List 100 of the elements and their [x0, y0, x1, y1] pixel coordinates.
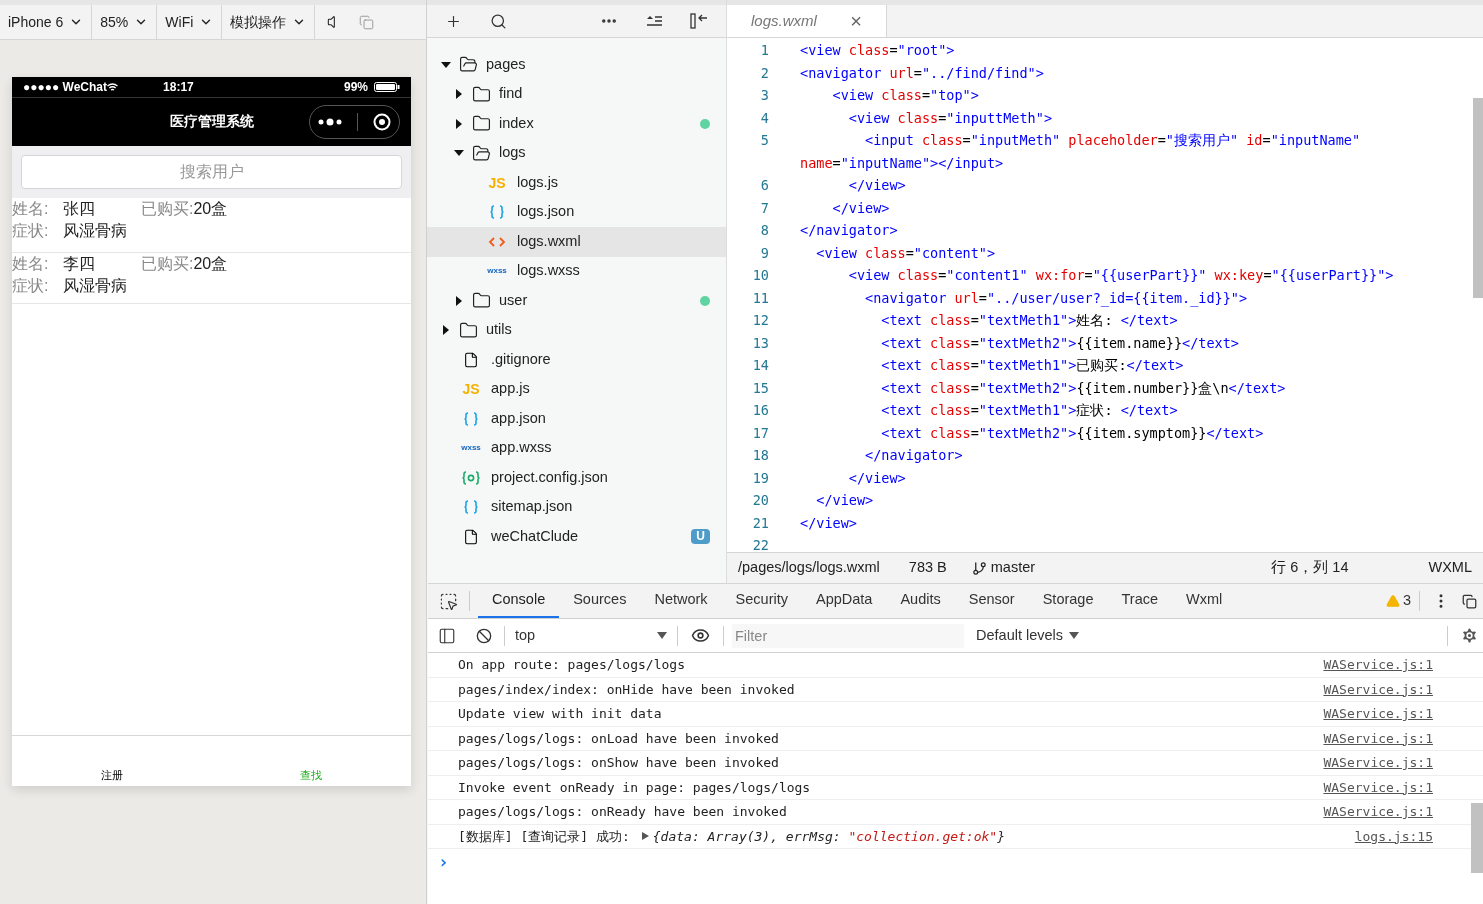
- collapsed-caret-icon[interactable]: [454, 295, 464, 306]
- source-link[interactable]: WAService.js:1: [1323, 777, 1433, 797]
- file-tree-item[interactable]: JS logs.js: [427, 168, 726, 198]
- editor-tab[interactable]: logs.wxml ×: [727, 5, 887, 37]
- file-tree-item[interactable]: project.config.json: [427, 463, 726, 493]
- file-size: 783 B: [908, 558, 947, 578]
- collapsed-caret-icon[interactable]: [454, 118, 464, 129]
- patient-record[interactable]: 姓名: 李四 已购买:20盒 症状: 风湿骨病: [12, 253, 411, 304]
- file-tree-item[interactable]: weChatClude U: [427, 522, 726, 552]
- search-field[interactable]: 搜索用户: [21, 155, 402, 189]
- collapse-all-icon[interactable]: [646, 15, 662, 27]
- field-label: 已购买:: [141, 254, 194, 274]
- source-link[interactable]: WAService.js:1: [1323, 728, 1433, 748]
- log-levels-dropdown[interactable]: Default levels: [976, 624, 1080, 647]
- devtools-tab[interactable]: AppData: [802, 584, 887, 618]
- warning-count[interactable]: 3: [1402, 590, 1411, 612]
- code-line: <text class="textMeth1">症状: </text>: [880, 401, 1178, 420]
- file-name: index: [499, 113, 534, 133]
- file-tree-item[interactable]: pages: [427, 50, 726, 80]
- close-tab-button[interactable]: ×: [850, 6, 862, 36]
- devtools-tab[interactable]: Audits: [886, 584, 955, 618]
- line-number: 10: [751, 266, 769, 285]
- close-target-icon: [373, 113, 392, 131]
- collapsed-caret-icon[interactable]: [454, 89, 464, 100]
- file-tree-item[interactable]: JS app.js: [427, 374, 726, 404]
- file-tree-item[interactable]: user: [427, 286, 726, 316]
- logged-object[interactable]: {data: Array(3), errMsg: "collection.get:ok"}: [652, 826, 1005, 846]
- code-line: <view class="content1" wx:for="{{userPart}}" wx:key="{{userPart}}">: [847, 266, 1394, 285]
- sidebar-toggle-icon[interactable]: [438, 626, 456, 645]
- file-tree-item[interactable]: wxss app.wxss: [427, 433, 726, 463]
- console-prompt[interactable]: ›: [438, 848, 449, 875]
- braces-icon: [463, 500, 479, 515]
- code-line: <text class="textMeth1">已购买:</text>: [880, 356, 1184, 375]
- expand-triangle-icon[interactable]: [641, 832, 649, 841]
- file-tree-item[interactable]: .gitignore: [427, 345, 726, 375]
- code-line: <text class="textMeth2">{{item.name}}</text>: [880, 333, 1239, 353]
- source-link[interactable]: WAService.js:1: [1323, 655, 1433, 675]
- toolbar-dropdown[interactable]: WiFi: [157, 5, 223, 39]
- source-link[interactable]: WAService.js:1: [1323, 679, 1433, 699]
- file-name: app.js: [491, 379, 530, 399]
- search-icon[interactable]: [490, 12, 507, 30]
- expanded-caret-icon[interactable]: [441, 59, 451, 70]
- file-tree-item[interactable]: logs.wxml: [427, 227, 726, 257]
- panel-toggle-icon[interactable]: [690, 13, 708, 29]
- code-line: <text class="textMeth2">{{item.symptom}}</text>: [880, 423, 1264, 443]
- devtools-tab[interactable]: Trace: [1107, 584, 1172, 618]
- log-text: pages/logs/logs: onReady have been invoked: [458, 803, 787, 821]
- file-tree-item[interactable]: index: [427, 109, 726, 139]
- tab-bar-item[interactable]: 注册: [12, 766, 212, 783]
- devtools-tab[interactable]: Security: [721, 584, 802, 618]
- folder-icon: [459, 320, 478, 340]
- collapsed-caret-icon[interactable]: [441, 325, 451, 336]
- devtools-tab[interactable]: Network: [640, 584, 722, 618]
- file-tree-item[interactable]: app.json: [427, 404, 726, 434]
- code-line: <view class="inputtMeth">: [847, 108, 1053, 128]
- battery-label: 99%: [343, 79, 368, 96]
- file-tree-item[interactable]: logs.json: [427, 197, 726, 227]
- patient-name: 李四: [63, 254, 96, 274]
- file-tree-item[interactable]: logs: [427, 138, 726, 168]
- devtools-tab[interactable]: Sensor: [954, 584, 1029, 618]
- branch-name: master: [990, 558, 1036, 578]
- angle-brackets-icon: [488, 235, 506, 248]
- file-icon: [463, 351, 479, 368]
- toolbar-dropdown[interactable]: iPhone 6: [0, 5, 93, 39]
- eye-icon[interactable]: [691, 626, 710, 645]
- line-number: 21: [751, 513, 769, 533]
- file-type-label: JS: [462, 382, 480, 397]
- folder-icon: [472, 84, 491, 104]
- source-link[interactable]: WAService.js:1: [1323, 802, 1433, 822]
- inspect-icon[interactable]: [439, 591, 458, 611]
- filter-field[interactable]: Filter: [732, 623, 964, 648]
- line-number: 4: [759, 108, 769, 128]
- scrollbar-thumb[interactable]: [1473, 98, 1483, 298]
- line-number: 14: [751, 356, 769, 375]
- file-tree-item[interactable]: find: [427, 79, 726, 109]
- devtools-tab[interactable]: Sources: [559, 584, 641, 618]
- devtools-tab[interactable]: Console: [478, 584, 560, 618]
- cursor-position: 行 6，列 14: [1271, 558, 1349, 578]
- patient-name: 张四: [63, 199, 96, 219]
- scrollbar-thumb[interactable]: [1471, 803, 1483, 873]
- devtools-tab[interactable]: Wxml: [1172, 584, 1237, 618]
- source-link[interactable]: logs.js:15: [1354, 826, 1433, 846]
- patient-record[interactable]: 姓名: 张四 已购买:20盒 症状: 风湿骨病: [12, 198, 411, 253]
- settings-icon[interactable]: [1460, 626, 1479, 645]
- clear-console-icon[interactable]: [476, 627, 492, 644]
- line-number: 7: [759, 198, 769, 218]
- code-line: </view>: [847, 468, 906, 488]
- file-tree-item[interactable]: utils: [427, 315, 726, 345]
- context-select[interactable]: top: [505, 624, 677, 647]
- undock-icon[interactable]: [1462, 593, 1477, 609]
- file-tree-item[interactable]: sitemap.json: [427, 492, 726, 522]
- file-tree-item[interactable]: wxss logs.wxss: [427, 256, 726, 286]
- devtools-tab[interactable]: Storage: [1028, 584, 1108, 618]
- braces-icon: [463, 411, 479, 426]
- source-link[interactable]: WAService.js:1: [1323, 753, 1433, 773]
- line-number: 19: [751, 468, 769, 488]
- source-link[interactable]: WAService.js:1: [1323, 704, 1433, 724]
- branch-icon: [971, 560, 987, 576]
- toolbar-dropdown[interactable]: 85%: [92, 5, 158, 39]
- toolbar-dropdown[interactable]: 模拟操作: [222, 5, 316, 39]
